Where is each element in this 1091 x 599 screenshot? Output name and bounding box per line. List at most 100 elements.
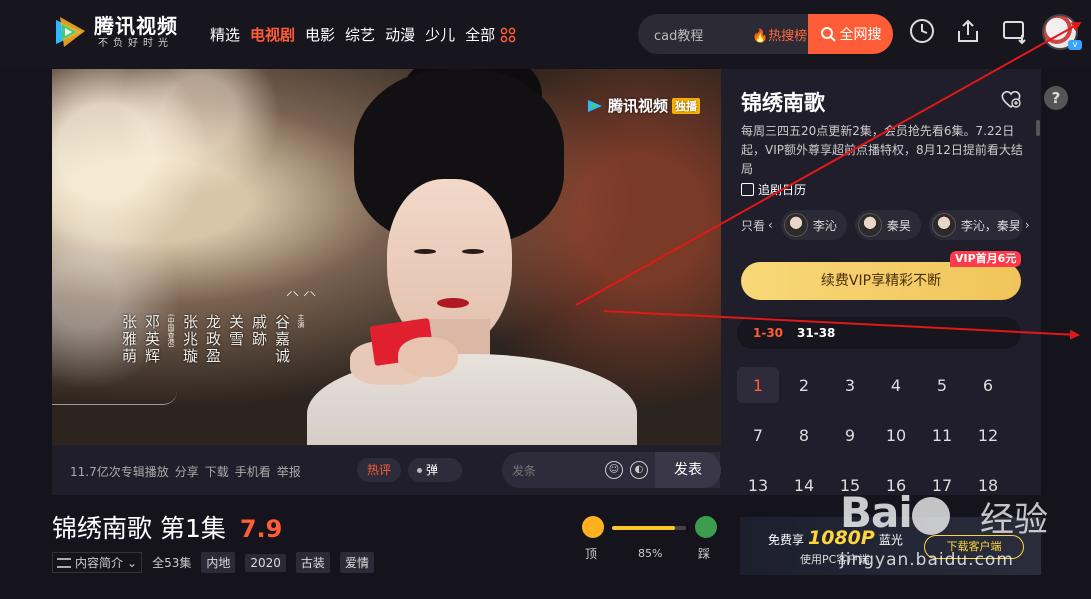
episode-button[interactable]: 14 <box>783 467 825 503</box>
nav-item-tv[interactable]: 电视剧 <box>250 24 295 45</box>
chevron-left-icon[interactable]: ‹ <box>768 218 773 232</box>
actor-chip-label: 李沁 <box>812 218 837 233</box>
baidu-logo: Bai <box>840 488 950 537</box>
video-watermark: 腾讯视频 独播 <box>586 95 701 116</box>
episode-button[interactable]: 9 <box>829 417 871 453</box>
vote-up-face-icon[interactable] <box>582 516 604 538</box>
nav-item-featured[interactable]: 精选 <box>210 24 240 45</box>
search-icon <box>820 27 836 42</box>
episode-button[interactable]: 5 <box>921 367 963 403</box>
episode-count: 全53集 <box>152 556 192 570</box>
only-watch-filter: 只看 ‹ 李沁 秦昊 李沁，秦昊 › <box>741 210 1031 240</box>
episode-button[interactable]: 10 <box>875 417 917 453</box>
emoji-icon[interactable]: ☺ <box>605 461 623 479</box>
actor-chip[interactable]: 李沁 <box>780 210 847 240</box>
episode-button[interactable]: 8 <box>783 417 825 453</box>
episode-button[interactable]: 7 <box>737 417 779 453</box>
credit-name: 张兆璇 <box>181 314 199 365</box>
player-toolbar: 11.7亿次专辑播放 分享 下载 手机看 举报 热评 弹 发条 ☺ ◐ 发表 <box>52 445 721 495</box>
episode-button[interactable]: 13 <box>737 467 779 503</box>
vote-up-label: 顶 <box>585 547 598 561</box>
nav-item-kids[interactable]: 少儿 <box>425 24 455 45</box>
panel-scrollbar[interactable] <box>1036 120 1040 136</box>
episode-title: 锦绣南歌 第1集 <box>52 514 226 543</box>
send-danmu-button[interactable]: 发表 <box>655 452 721 488</box>
download-link[interactable]: 下载 <box>205 463 229 480</box>
grid-icon <box>500 27 516 43</box>
episode-button[interactable]: 1 <box>737 367 779 403</box>
tag-genre[interactable]: 古装 <box>295 552 330 573</box>
video-player[interactable]: ⸝⸜ ⸝⸜ 腾讯视频 独播 主演 谷嘉诚 戚跡 关雪 龙政盈 张兆璇 (中国香港… <box>52 69 721 445</box>
baidu-jingyan-watermark: Bai 经验 jingyan.baidu.com <box>840 478 1070 578</box>
report-link[interactable]: 举报 <box>277 463 301 480</box>
actor-chip-label: 秦昊 <box>886 218 911 233</box>
search-button[interactable]: 全网搜 <box>808 14 893 54</box>
vote-bar <box>612 526 686 530</box>
actor-chip[interactable]: 秦昊 <box>854 210 921 240</box>
danmu-input[interactable]: 发条 <box>512 462 536 479</box>
episode-range-tabs: 1-30 31-38 <box>737 317 1021 349</box>
favorite-add-icon[interactable] <box>1000 89 1022 109</box>
episode-button[interactable]: 11 <box>921 417 963 453</box>
chevron-right-icon[interactable]: › <box>1025 218 1030 232</box>
actor-avatar <box>783 213 808 237</box>
vip-renew-button[interactable]: 续费VIP享精彩不断 <box>741 262 1021 300</box>
client-download-icon[interactable] <box>1000 17 1028 45</box>
play-stats: 11.7亿次专辑播放 分享 下载 手机看 举报 <box>70 463 301 480</box>
nav-item-variety[interactable]: 综艺 <box>345 24 375 45</box>
hot-search-link[interactable]: 🔥热搜榜 <box>752 25 807 44</box>
nav-item-anime[interactable]: 动漫 <box>385 24 415 45</box>
logo-name: 腾讯视频 <box>94 13 178 38</box>
credit-name: 关雪 <box>227 314 245 348</box>
tencent-video-logo[interactable]: 腾讯视频 不负好时光 <box>52 14 178 50</box>
search-input[interactable]: cad教程 <box>654 25 703 44</box>
tag-year[interactable]: 2020 <box>245 553 286 572</box>
episode-button[interactable]: 4 <box>875 367 917 403</box>
watermark-brand: 腾讯视频 <box>608 97 669 115</box>
top-bar: 腾讯视频 不负好时光 精选 电视剧 电影 综艺 动漫 少儿 全部 cad教程 🔥… <box>0 0 1091 68</box>
vote-widget: 顶 85% 踩 <box>580 513 725 563</box>
calendar-label: 追剧日历 <box>758 183 807 197</box>
mobile-watch-link[interactable]: 手机看 <box>235 463 271 480</box>
logo-play-icon <box>56 17 85 47</box>
tag-genre[interactable]: 爱情 <box>339 552 374 573</box>
tab-episodes-31-38[interactable]: 31-38 <box>797 326 835 340</box>
calendar-icon <box>741 183 754 196</box>
play-count: 11.7亿次专辑播放 <box>70 465 169 479</box>
calendar-link[interactable]: 追剧日历 <box>741 181 806 198</box>
hot-search-label: 热搜榜 <box>768 29 808 44</box>
history-clock-icon[interactable] <box>908 17 936 45</box>
actor-avatar <box>931 213 956 237</box>
baidu-paw-icon <box>911 496 950 535</box>
help-icon[interactable]: ? <box>1044 86 1068 110</box>
episode-button[interactable]: 2 <box>783 367 825 403</box>
share-link[interactable]: 分享 <box>175 463 199 480</box>
video-frame-eye-left <box>414 249 436 254</box>
vote-down-face-icon[interactable] <box>695 516 717 538</box>
actor-chip-label: 李沁，秦昊 <box>960 218 1019 233</box>
actor-chip[interactable]: 李沁，秦昊 <box>928 210 1023 240</box>
watermark-logo-icon <box>588 99 602 112</box>
tag-region[interactable]: 内地 <box>201 552 236 573</box>
credit-name: 戚跡 <box>250 314 268 348</box>
palette-icon[interactable]: ◐ <box>630 461 648 479</box>
vote-down-label: 踩 <box>698 547 711 561</box>
tab-episodes-1-30[interactable]: 1-30 <box>753 326 783 340</box>
baidu-logo-text: Bai <box>840 488 913 537</box>
jingyan-text: 经验 <box>980 500 1048 540</box>
nav-item-movies[interactable]: 电影 <box>305 24 335 45</box>
nav-item-all[interactable]: 全部 <box>465 24 516 45</box>
episode-panel: 锦绣南歌 每周三四五20点更新2集，会员抢先看6集。7.22日起，VIP额外尊享… <box>721 69 1041 495</box>
episode-button[interactable]: 6 <box>967 367 1009 403</box>
series-description: 每周三四五20点更新2集，会员抢先看6集。7.22日起，VIP额外尊享超前点播特… <box>741 124 1023 176</box>
video-frame-eye-right <box>462 249 484 254</box>
upload-icon[interactable] <box>954 17 982 45</box>
episode-button[interactable]: 3 <box>829 367 871 403</box>
hot-comment-button[interactable]: 热评 <box>357 458 401 482</box>
watermark-exclusive-tag: 独播 <box>672 97 701 114</box>
danmu-toggle[interactable]: 弹 <box>408 458 462 482</box>
chevron-down-icon: ⌄ <box>127 555 138 570</box>
search-bar: cad教程 🔥热搜榜 全网搜 <box>638 14 893 54</box>
episode-button[interactable]: 12 <box>967 417 1009 453</box>
intro-dropdown[interactable]: 内容简介 ⌄ <box>52 552 143 573</box>
